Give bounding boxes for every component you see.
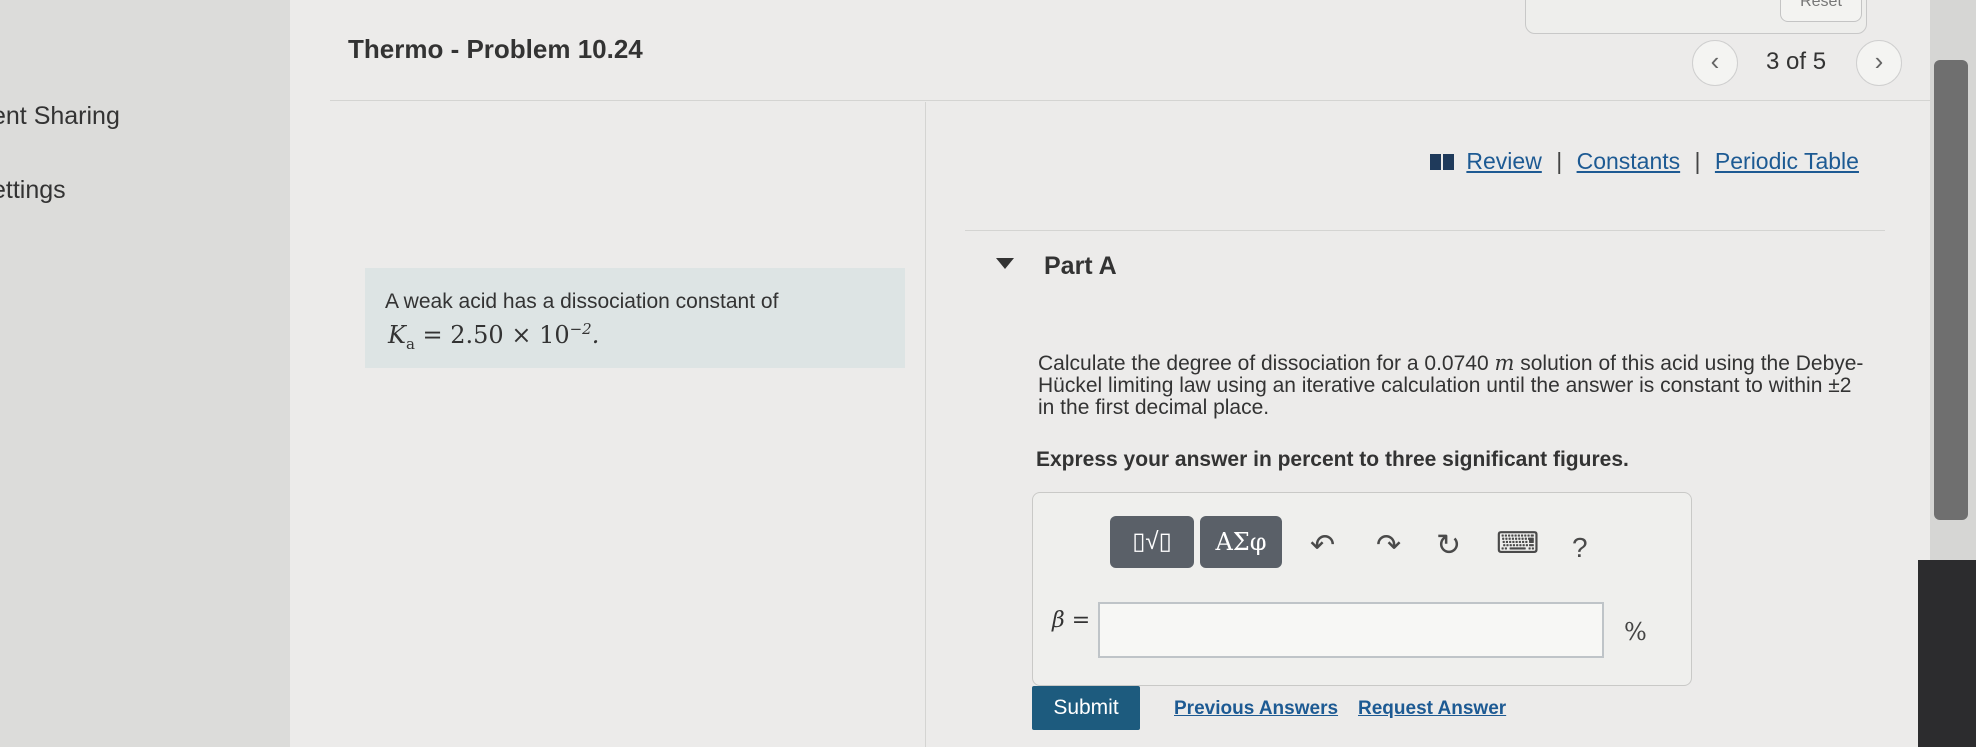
chevron-right-icon[interactable]: ›: [1856, 40, 1902, 86]
header-divider: [330, 100, 1930, 101]
scrollbar-thumb[interactable]: [1934, 60, 1968, 520]
periodic-table-link[interactable]: Periodic Table: [1715, 148, 1859, 174]
link-separator: |: [1556, 148, 1563, 174]
math-symbol: K: [388, 321, 406, 349]
question-text: Calculate the degree of dissociation for…: [1038, 352, 1868, 419]
part-title: Part A: [1044, 252, 1117, 280]
answer-label: β =: [1052, 608, 1091, 633]
undo-icon[interactable]: ↶: [1310, 528, 1335, 563]
column-divider: [925, 102, 926, 747]
problem-statement-box: [365, 268, 905, 368]
question-text-start: Calculate the degree of dissociation for…: [1038, 352, 1495, 375]
book-icon: [1430, 154, 1454, 170]
chevron-left-icon[interactable]: ‹: [1692, 40, 1738, 86]
dissociation-constant: Ka = 2.50 × 10−2.: [388, 320, 599, 353]
link-separator: |: [1694, 148, 1701, 174]
sidebar-item-sharing[interactable]: ent Sharing: [0, 102, 120, 131]
redo-icon[interactable]: ↷: [1376, 528, 1401, 563]
keyboard-icon[interactable]: ⌨: [1496, 526, 1539, 561]
resource-links: Review | Constants | Periodic Table: [1430, 148, 1859, 175]
screen-bezel: [1918, 560, 1976, 747]
help-icon[interactable]: ?: [1572, 532, 1588, 564]
submit-button[interactable]: Submit: [1032, 686, 1140, 730]
page-title: Thermo - Problem 10.24: [348, 34, 643, 64]
math-exponent: −2: [569, 320, 592, 338]
previous-answers-link[interactable]: Previous Answers: [1174, 698, 1338, 720]
answer-instruction: Express your answer in percent to three …: [1036, 448, 1629, 471]
molality-unit: m: [1494, 351, 1515, 375]
greek-symbols-button[interactable]: ΑΣφ: [1200, 516, 1282, 568]
math-subscript: a: [405, 334, 415, 353]
math-period: .: [591, 321, 600, 349]
reset-icon[interactable]: ↻: [1436, 528, 1461, 563]
math-value: = 2.50 × 10: [414, 321, 570, 349]
percent-unit: %: [1624, 618, 1647, 646]
reset-button[interactable]: Reset: [1780, 0, 1862, 22]
answer-input[interactable]: [1098, 602, 1604, 658]
sidebar-item-settings[interactable]: ettings: [0, 176, 66, 205]
problem-statement: A weak acid has a dissociation constant …: [385, 290, 779, 313]
collapse-caret-icon[interactable]: [996, 258, 1014, 269]
review-link[interactable]: Review: [1466, 148, 1541, 174]
problem-position: 3 of 5: [1766, 48, 1827, 75]
resources-divider: [965, 230, 1885, 231]
constants-link[interactable]: Constants: [1577, 148, 1681, 174]
template-radical-icon[interactable]: ▯√▯: [1110, 516, 1194, 568]
left-sidebar: ent Sharing ettings: [0, 0, 290, 747]
request-answer-link[interactable]: Request Answer: [1358, 698, 1506, 720]
